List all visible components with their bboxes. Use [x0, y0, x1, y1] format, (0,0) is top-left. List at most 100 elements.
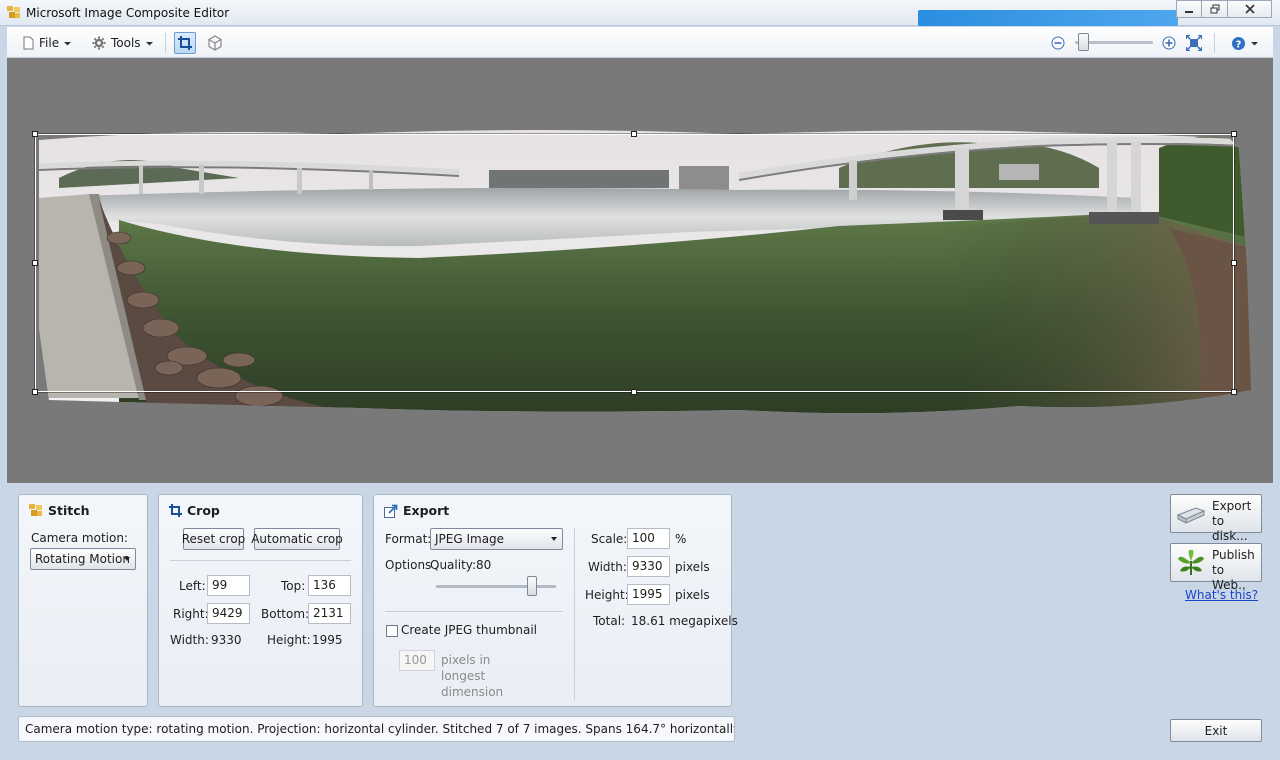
crop-left-label: Left: [179, 579, 206, 593]
total-label: Total: [593, 614, 626, 628]
chevron-down-icon [1251, 41, 1258, 45]
title-bar: Microsoft Image Composite Editor [0, 0, 1280, 26]
export-panel: Export Format: JPEG Image Options Qualit… [373, 494, 738, 707]
export-height-label: Height: [585, 588, 629, 602]
crop-handle-top[interactable] [631, 131, 637, 137]
divider [385, 611, 563, 612]
crop-height-value: 1995 [312, 633, 343, 647]
stitch-panel: Stitch Camera motion: Rotating Motion [18, 494, 148, 707]
chevron-down-icon [145, 41, 153, 45]
export-disk-line1: Export [1212, 499, 1252, 513]
export-width-input[interactable]: 9330 [627, 556, 670, 577]
crop-panel-header: Crop [169, 503, 220, 518]
crop-handle-bottom[interactable] [631, 389, 637, 395]
crop-top-label: Top: [281, 579, 306, 593]
zoom-out-button[interactable] [1047, 32, 1069, 54]
crop-icon [169, 504, 182, 517]
stitch-icon [29, 504, 42, 516]
window-title: Microsoft Image Composite Editor [26, 6, 230, 20]
scale-input[interactable]: 100 [627, 528, 670, 549]
status-message: Camera motion type: rotating motion. Pro… [18, 716, 735, 742]
export-height-input[interactable]: 1995 [627, 584, 670, 605]
quality-slider-track[interactable] [436, 585, 556, 588]
crop-handle-bottom-left[interactable] [32, 389, 38, 395]
file-menu[interactable]: File [23, 33, 72, 53]
chevron-down-icon [551, 537, 557, 541]
minimize-icon [1185, 11, 1193, 13]
image-canvas[interactable] [7, 58, 1273, 483]
format-value: JPEG Image [435, 532, 505, 546]
options-label: Options [385, 558, 432, 572]
crop-width-value: 9330 [211, 633, 242, 647]
automatic-crop-button[interactable]: Automatic crop [251, 528, 343, 550]
disk-drive-icon [1176, 507, 1206, 524]
quality-slider-thumb[interactable] [527, 576, 537, 596]
crop-handle-top-left[interactable] [32, 131, 38, 137]
crop-panel-title: Crop [187, 503, 220, 518]
plant-icon [1178, 549, 1204, 575]
jpeg-thumbnail-label: Create JPEG thumbnail [401, 623, 538, 637]
crop-bottom-label: Bottom: [261, 607, 310, 621]
thumbnail-size-line3: dimension [441, 685, 504, 699]
divider [170, 560, 351, 561]
restore-icon [1210, 4, 1219, 14]
stitch-panel-header: Stitch [29, 503, 90, 518]
fit-to-window-button[interactable] [1183, 32, 1205, 54]
chevron-down-icon [64, 41, 72, 45]
maximize-button[interactable] [1202, 0, 1228, 18]
whats-this-link[interactable]: What's this? [1185, 588, 1258, 602]
crop-handle-left[interactable] [32, 260, 38, 266]
zoom-out-icon [1051, 36, 1065, 50]
zoom-in-button[interactable] [1158, 32, 1180, 54]
file-menu-label: File [39, 36, 60, 50]
close-button[interactable] [1228, 0, 1272, 18]
chevron-down-icon [124, 557, 130, 561]
help-menu[interactable]: ? [1231, 33, 1258, 53]
export-panel-header: Export [384, 503, 449, 518]
crop-bottom-input[interactable]: 2131 [308, 603, 351, 624]
toolbar-separator [165, 33, 166, 53]
export-to-disk-button[interactable]: Export to disk... [1170, 494, 1262, 543]
crop-right-input[interactable]: 9429 [207, 603, 250, 624]
help-icon: ? [1232, 36, 1245, 50]
document-icon [23, 36, 34, 50]
crop-top-input[interactable]: 136 [308, 575, 351, 596]
scale-unit: % [675, 532, 687, 546]
thumbnail-size-input[interactable]: 100 [399, 650, 435, 671]
divider [574, 528, 575, 700]
thumbnail-size-line1: pixels in [441, 653, 491, 667]
stitch-panel-title: Stitch [48, 503, 90, 518]
scale-label: Scale: [591, 532, 628, 546]
quality-label: Quality: [430, 558, 477, 572]
crop-tool-button[interactable] [174, 32, 196, 54]
crop-right-label: Right: [173, 607, 209, 621]
total-value: 18.61 megapixels [631, 614, 738, 628]
export-width-label: Width: [588, 560, 627, 574]
toolbar: File Tools ? [7, 27, 1273, 58]
camera-motion-select[interactable]: Rotating Motion [30, 548, 136, 570]
export-height-unit: pixels [675, 588, 710, 602]
publish-to-web-button[interactable]: Publish to Web.. [1170, 543, 1262, 592]
close-icon [1244, 4, 1255, 14]
publish-line1: Publish [1212, 548, 1255, 562]
crop-handle-bottom-right[interactable] [1231, 389, 1237, 395]
cube-icon [208, 35, 222, 51]
crop-handle-top-right[interactable] [1231, 131, 1237, 137]
crop-height-label: Height: [267, 633, 311, 647]
jpeg-thumbnail-checkbox[interactable] [386, 625, 398, 637]
reset-crop-button[interactable]: Reset crop [182, 528, 245, 550]
projection-tool-button[interactable] [204, 32, 226, 54]
format-select[interactable]: JPEG Image [430, 528, 563, 550]
tools-menu[interactable]: Tools [92, 33, 153, 53]
crop-panel: Crop Reset crop Automatic crop Left: 99 … [158, 494, 363, 707]
crop-rectangle[interactable] [35, 134, 1234, 392]
crop-width-label: Width: [170, 633, 209, 647]
zoom-slider-thumb[interactable] [1077, 33, 1089, 51]
crop-handle-right[interactable] [1231, 260, 1237, 266]
exit-button[interactable]: Exit [1170, 719, 1262, 742]
crop-left-input[interactable]: 99 [207, 575, 250, 596]
format-label: Format: [385, 532, 432, 546]
minimize-button[interactable] [1176, 0, 1202, 18]
tools-menu-label: Tools [111, 36, 141, 50]
fit-window-icon [1186, 35, 1202, 51]
